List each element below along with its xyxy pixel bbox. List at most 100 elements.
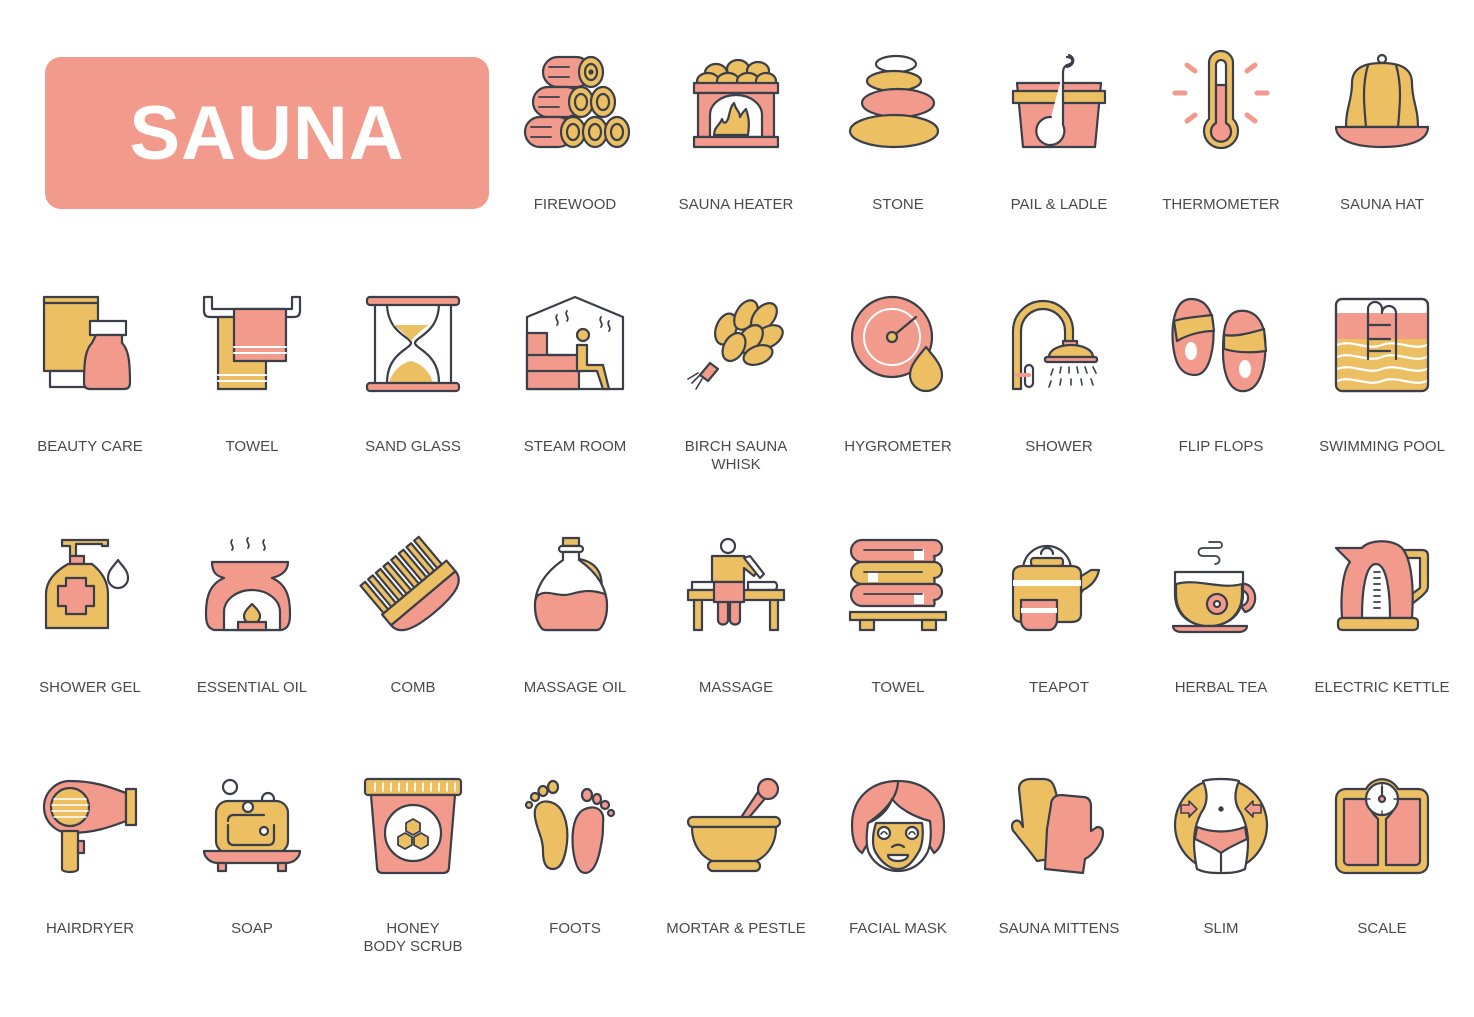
electric-kettle-icon <box>1334 540 1430 632</box>
icon-label: BIRCH SAUNA WHISK <box>684 438 788 473</box>
teapot-icon <box>1011 544 1101 632</box>
icon-tile-honey-body-scrub: HONEY BODY SCRUB <box>333 777 493 1017</box>
icon-label: HYGROMETER <box>844 438 952 455</box>
hairdryer-icon <box>42 779 138 874</box>
sand-glass-icon <box>365 295 461 393</box>
icon-tile-sauna-heater: SAUNA HEATER <box>656 53 816 293</box>
icon-label: SHOWER GEL <box>39 679 141 696</box>
firewood-icon <box>523 55 631 149</box>
icon-tile-herbal-tea: HERBAL TEA <box>1141 536 1301 776</box>
icon-label: ESSENTIAL OIL <box>196 679 308 696</box>
soap-icon <box>202 778 302 873</box>
icon-label: THERMOMETER <box>1162 196 1280 213</box>
beauty-care-icon <box>42 295 132 391</box>
icon-label: COMB <box>390 679 436 696</box>
icon-tile-sauna-hat: SAUNA HAT <box>1302 53 1462 293</box>
shower-icon <box>1011 299 1099 391</box>
icon-label: FLIP FLOPS <box>1178 438 1264 455</box>
icon-tile-sauna-mittens: SAUNA MITTENS <box>979 777 1139 1017</box>
honey-body-scrub-icon <box>363 777 463 875</box>
icon-tile-scale: SCALE <box>1302 777 1462 1017</box>
thermometer-icon <box>1172 49 1270 150</box>
icon-label: STEAM ROOM <box>523 438 627 455</box>
icon-label: SAUNA HEATER <box>678 196 794 213</box>
icon-label: SWIMMING POOL <box>1319 438 1445 455</box>
icon-tile-pail-ladle: PAIL & LADLE <box>979 53 1139 293</box>
icon-label: FIREWOOD <box>533 196 617 213</box>
towel-rack-icon <box>202 295 302 391</box>
icon-tile-mortar-pestle: MORTAR & PESTLE <box>656 777 816 1017</box>
massage-oil-icon <box>533 536 609 632</box>
sauna-mittens-icon <box>1010 777 1105 875</box>
icon-tile-birch-whisk: BIRCH SAUNA WHISK <box>656 295 816 535</box>
stone-icon <box>848 54 940 149</box>
icon-tile-steam-room: STEAM ROOM <box>495 295 655 535</box>
birch-whisk-icon <box>687 299 784 390</box>
icon-label: ELECTRIC KETTLE <box>1314 679 1450 696</box>
icon-tile-electric-kettle: ELECTRIC KETTLE <box>1302 536 1462 776</box>
icon-label: SOAP <box>231 920 273 937</box>
icon-tile-swimming-pool: SWIMMING POOL <box>1302 295 1462 535</box>
sauna-heater-icon <box>692 58 780 149</box>
footprints-icon <box>524 779 616 875</box>
icon-tile-facial-mask: FACIAL MASK <box>818 777 978 1017</box>
icon-tile-teapot: TEAPOT <box>979 536 1139 776</box>
banner-title: SAUNA <box>129 91 405 176</box>
icon-tile-massage-oil: MASSAGE OIL <box>495 536 655 776</box>
icon-tile-shower: SHOWER <box>979 295 1139 535</box>
icon-tile-slim: SLIM <box>1141 777 1301 1017</box>
icon-label: SAUNA MITTENS <box>998 920 1120 937</box>
icon-label: SAND GLASS <box>365 438 461 455</box>
icon-tile-comb: COMB <box>333 535 493 776</box>
icon-tile-soap: SOAP <box>172 777 332 1017</box>
icon-tile-stone: STONE <box>818 53 978 293</box>
icon-tile-massage: MASSAGE <box>656 536 816 776</box>
icon-label: SHOWER <box>1025 438 1093 455</box>
towel-stack-icon <box>848 538 948 632</box>
icon-label: FACIAL MASK <box>849 920 947 937</box>
comb-icon <box>359 535 460 632</box>
icon-label: BEAUTY CARE <box>37 438 143 455</box>
icon-label: HONEY BODY SCRUB <box>363 920 463 955</box>
hygrometer-icon <box>850 295 944 393</box>
mortar-pestle-icon <box>686 777 782 873</box>
icon-tile-towel-rack: TOWEL <box>172 295 332 535</box>
icon-label: HERBAL TEA <box>1174 679 1268 696</box>
icon-tile-shower-gel: SHOWER GEL <box>10 536 170 776</box>
pail-ladle-icon <box>1011 53 1107 149</box>
icon-label: MASSAGE OIL <box>523 679 627 696</box>
title-banner: SAUNA <box>45 57 489 209</box>
massage-icon <box>686 537 786 632</box>
icon-tile-sand-glass: SAND GLASS <box>333 295 493 535</box>
herbal-tea-icon <box>1171 541 1257 634</box>
icon-tile-footprints: FOOTS <box>495 777 655 1017</box>
icon-label: TEAPOT <box>1028 679 1089 696</box>
facial-mask-icon <box>850 779 946 873</box>
icon-tile-essential-oil: ESSENTIAL OIL <box>172 536 332 776</box>
icon-tile-towel-stack: TOWEL <box>818 536 978 776</box>
icon-label: SLIM <box>1203 920 1239 937</box>
icon-label: SCALE <box>1357 920 1407 937</box>
icon-tile-thermometer: THERMOMETER <box>1141 49 1301 293</box>
icon-label: FOOTS <box>549 920 601 937</box>
flip-flops-icon <box>1171 297 1268 393</box>
sauna-hat-icon <box>1334 53 1430 149</box>
shower-gel-icon <box>44 538 130 630</box>
icon-label: MORTAR & PESTLE <box>666 920 806 937</box>
icon-tile-hygrometer: HYGROMETER <box>818 295 978 535</box>
slim-icon <box>1173 777 1269 875</box>
steam-room-icon <box>525 295 625 391</box>
scale-icon <box>1334 778 1430 875</box>
icon-tile-hairdryer: HAIRDRYER <box>10 777 170 1017</box>
icon-label: SAUNA HAT <box>1340 196 1424 213</box>
icon-label: MASSAGE <box>698 679 774 696</box>
essential-oil-icon <box>204 537 292 632</box>
icon-label: TOWEL <box>871 679 925 696</box>
icon-label: TOWEL <box>225 438 279 455</box>
icon-label: STONE <box>872 196 924 213</box>
icon-label: PAIL & LADLE <box>1010 196 1108 213</box>
icon-tile-flip-flops: FLIP FLOPS <box>1141 295 1301 535</box>
swimming-pool-icon <box>1334 297 1430 393</box>
icon-tile-firewood: FIREWOOD <box>495 53 655 293</box>
icon-tile-beauty-care: BEAUTY CARE <box>10 295 170 535</box>
